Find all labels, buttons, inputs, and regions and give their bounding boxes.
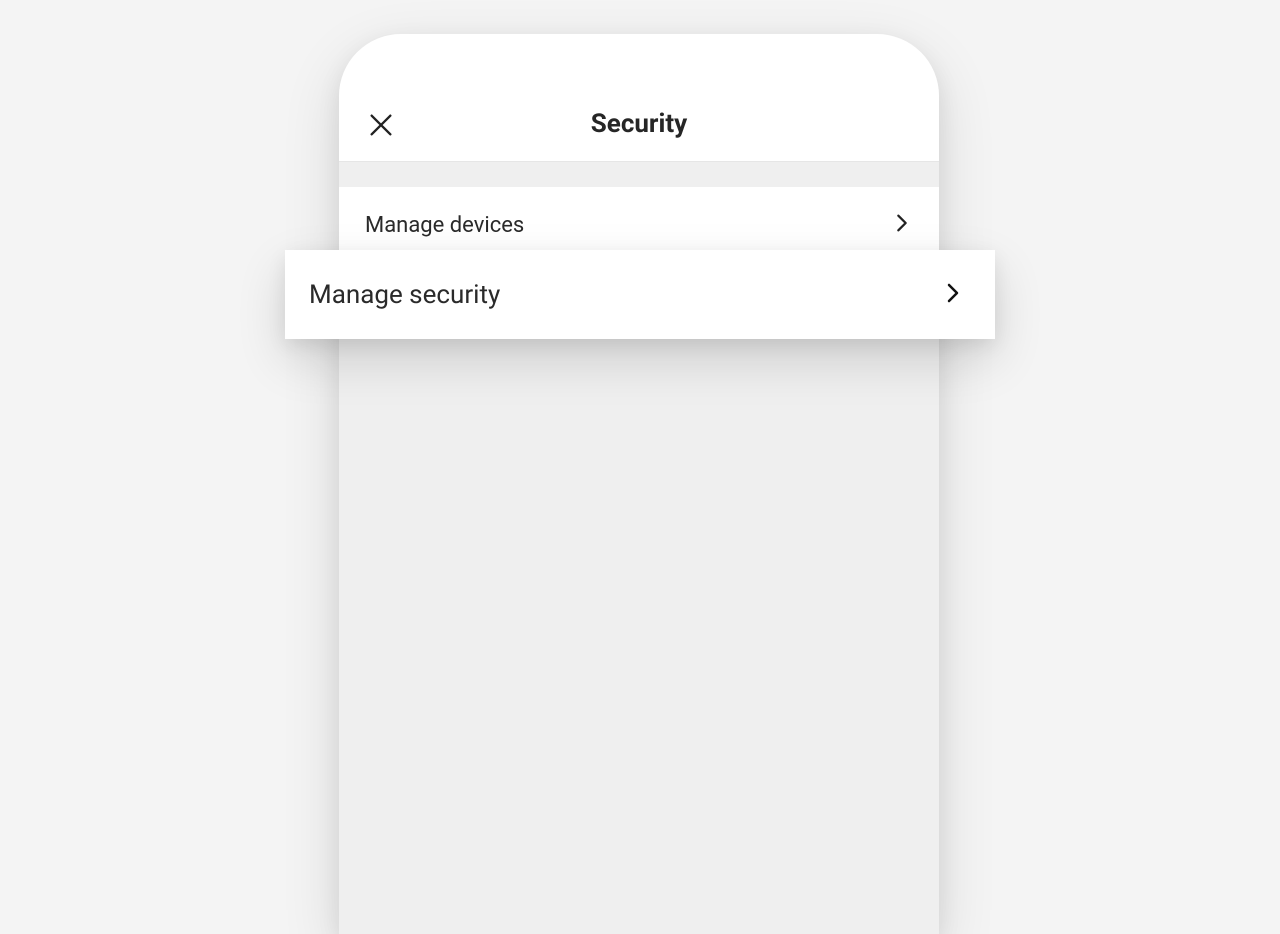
chevron-right-icon <box>941 281 965 309</box>
chevron-right-icon <box>891 212 913 238</box>
header-bar: Security <box>339 34 939 162</box>
page-title: Security <box>591 109 687 139</box>
content-area: Manage devices <box>339 162 939 264</box>
close-icon <box>367 111 395 143</box>
close-button[interactable] <box>361 107 401 147</box>
list-item-label: Manage devices <box>365 213 524 238</box>
list-item-manage-security[interactable]: Manage security <box>285 250 995 339</box>
list-item-label: Manage security <box>309 280 500 310</box>
phone-frame: Security Manage devices <box>339 34 939 934</box>
